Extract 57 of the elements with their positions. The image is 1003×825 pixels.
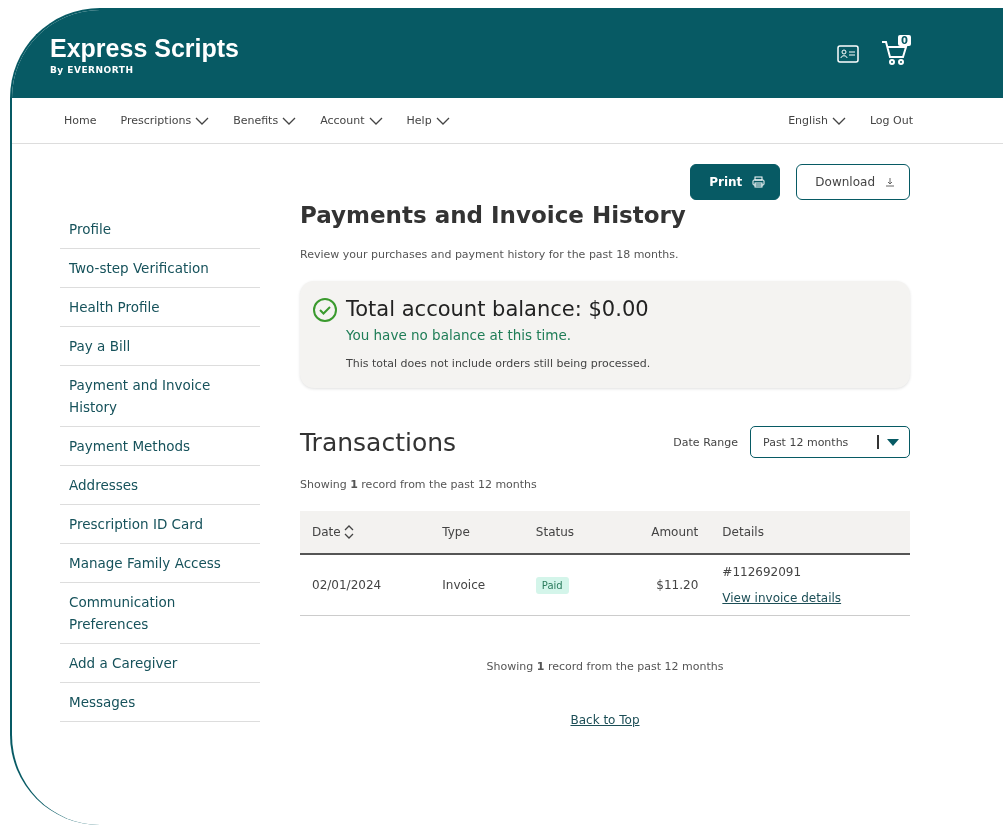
print-button[interactable]: Print [690, 164, 781, 200]
chevron-down-icon [282, 116, 297, 125]
sort-icon [343, 524, 354, 540]
record-summary: Showing 1 record from the past 12 months [486, 660, 724, 673]
check-circle-icon [312, 297, 338, 323]
sidebar-item[interactable]: Communication Preferences [60, 583, 260, 644]
id-card-icon[interactable] [837, 45, 859, 63]
invoice-details-link[interactable]: View invoice details [722, 591, 842, 605]
sidebar-item[interactable]: Messages [60, 683, 260, 722]
chevron-down-icon [831, 116, 846, 125]
date-range-select[interactable]: Past 12 months [750, 426, 910, 458]
page-title: Payments and Invoice History [300, 202, 687, 228]
section-title: Transactions [300, 427, 458, 457]
table-cell: 02/01/2024 [300, 554, 431, 616]
sidebar-item[interactable]: Profile [60, 210, 260, 249]
nav-item[interactable]: Prescriptions [120, 114, 210, 127]
sidebar-item[interactable]: Add a Caregiver [60, 644, 260, 683]
sidebar-item[interactable]: Payment Methods [60, 427, 260, 466]
sidebar-item[interactable]: Pay a Bill [60, 327, 260, 366]
logo-subtitle: By EVERNORTH [50, 64, 135, 75]
chevron-down-icon [368, 116, 383, 125]
column-header: Type [430, 511, 524, 554]
balance-note: This total does not include orders still being processed. [346, 357, 651, 370]
nav-item[interactable]: Home [64, 114, 97, 127]
chevron-down-icon [435, 116, 450, 125]
sidebar-item[interactable]: Two-step Verification [60, 249, 260, 288]
balance-status: You have no balance at this time. [346, 327, 573, 343]
invoice-number: #112692091 [722, 565, 803, 579]
chevron-down-icon [195, 116, 210, 125]
logout-link[interactable]: Log Out [869, 114, 913, 127]
nav-item[interactable]: Help [406, 114, 450, 127]
column-header: Amount [610, 511, 711, 554]
record-summary: Showing 1 record from the past 12 months [300, 478, 537, 491]
sidebar-item[interactable]: Addresses [60, 466, 260, 505]
balance-title: Total account balance: $0.00 [346, 297, 650, 321]
sidebar-item[interactable]: Manage Family Access [60, 544, 260, 583]
status-badge: Paid [535, 577, 569, 594]
table-cell: Invoice [430, 554, 524, 616]
logo[interactable]: Express Scripts [50, 33, 239, 63]
column-header[interactable]: Date [300, 511, 431, 554]
sidebar-item[interactable]: Payment and Invoice History [60, 366, 260, 427]
table-cell: $11.20 [610, 554, 711, 616]
page-subtitle: Review your purchases and payment history for the past 18 months. [300, 248, 680, 261]
column-header: Details [710, 511, 910, 554]
caret-icon [887, 438, 899, 446]
nav-item[interactable]: Account [320, 114, 383, 127]
sidebar-item[interactable]: Prescription ID Card [60, 505, 260, 544]
sidebar-item[interactable]: Health Profile [60, 288, 260, 327]
back-to-top-link[interactable]: Back to Top [570, 713, 640, 727]
column-header: Status [523, 511, 611, 554]
cart-count-badge: 0 [898, 35, 911, 46]
printer-icon [752, 176, 766, 188]
download-icon [885, 177, 895, 187]
nav-item[interactable]: Benefits [233, 114, 297, 127]
download-button[interactable]: Download [796, 164, 910, 200]
language-menu[interactable]: English [788, 114, 846, 127]
date-range-label: Date Range [673, 435, 738, 449]
